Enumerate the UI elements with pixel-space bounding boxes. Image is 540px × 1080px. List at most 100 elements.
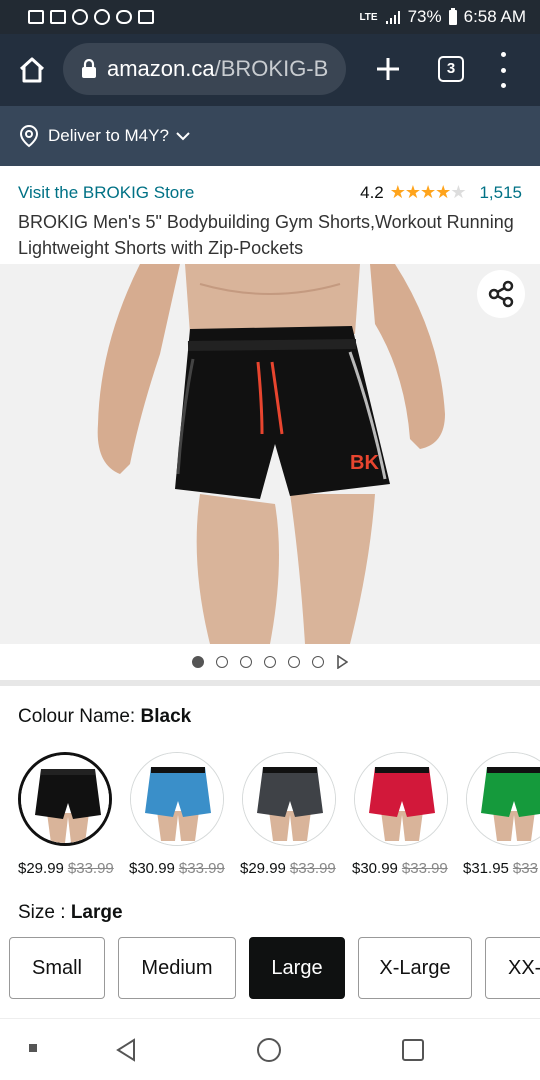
- swatch-price: $30.99 $33.99: [129, 860, 225, 877]
- keyboard-switch-icon[interactable]: [29, 1044, 37, 1052]
- colour-swatch[interactable]: [466, 752, 540, 846]
- size-option-large[interactable]: Large: [249, 937, 345, 999]
- carousel-dot[interactable]: [288, 656, 300, 668]
- system-nav-bar: [0, 1018, 540, 1080]
- tab-switcher-button[interactable]: 3: [438, 56, 464, 82]
- price: $29.99: [18, 860, 64, 877]
- chevron-down-icon: [176, 132, 190, 141]
- share-icon: [488, 280, 514, 308]
- url-path: /BROKIG-B: [214, 56, 329, 81]
- price: $29.99: [240, 860, 286, 877]
- colour-swatches: $29.99 $33.99 $30.99 $33.99 $29.99 $33.99 $…: [0, 752, 540, 884]
- empty-star-icon: ★: [450, 182, 466, 202]
- price: $31.95: [463, 860, 509, 877]
- old-price: $33.99: [67, 860, 114, 877]
- rating-count: 1,515: [479, 182, 522, 202]
- colour-swatch[interactable]: [18, 752, 112, 846]
- do-not-disturb-icon: [94, 9, 110, 25]
- signal-icon: [385, 11, 400, 24]
- size-option-medium[interactable]: Medium: [118, 937, 236, 999]
- carousel-indicators: [0, 644, 540, 680]
- old-price: $33.99: [178, 860, 225, 877]
- notification-icons: [28, 9, 154, 25]
- price: $30.99: [352, 860, 398, 877]
- swatch-image: [131, 753, 223, 845]
- carousel-dot[interactable]: [192, 656, 204, 668]
- share-button[interactable]: [477, 270, 525, 318]
- swatch-waistband: [41, 769, 95, 775]
- colour-swatch[interactable]: [354, 752, 448, 846]
- old-price: $33.99: [401, 860, 448, 877]
- deliver-label: Deliver to M4Y?: [48, 126, 169, 145]
- rating-value: 4.2: [360, 182, 384, 202]
- image-icon: [50, 10, 66, 24]
- price: $30.99: [129, 860, 175, 877]
- mail-icon: [28, 10, 44, 24]
- size-selected: Large: [70, 902, 123, 923]
- video-play-icon[interactable]: [336, 655, 348, 669]
- carousel-dot[interactable]: [264, 656, 276, 668]
- overflow-menu-button[interactable]: [496, 52, 510, 88]
- store-link[interactable]: Visit the BROKIG Store: [18, 183, 194, 203]
- phone-icon: [72, 9, 88, 25]
- colour-swatch[interactable]: [242, 752, 336, 846]
- size-label-text: Size :: [18, 902, 71, 923]
- clock: 6:58 AM: [463, 7, 526, 26]
- swatch-image: [355, 753, 447, 845]
- swatch-shorts: [481, 767, 540, 817]
- size-option-xx-large[interactable]: XX-: [485, 937, 540, 999]
- size-option-x-large[interactable]: X-Large: [358, 937, 472, 999]
- size-options: Small Medium Large X-Large XX-: [0, 937, 540, 999]
- home-button[interactable]: [0, 34, 64, 106]
- battery-icon: [448, 8, 457, 25]
- colour-swatch[interactable]: [130, 752, 224, 846]
- home-circle-icon[interactable]: [256, 1037, 282, 1063]
- url-host: amazon.ca: [107, 56, 215, 81]
- carousel-dot[interactable]: [240, 656, 252, 668]
- old-price: $33: [512, 860, 538, 877]
- swatch-price: $31.95 $33: [463, 860, 538, 877]
- swatch-waistband: [375, 767, 429, 773]
- menu-dot: [500, 67, 506, 73]
- network-type: LTE: [359, 11, 378, 23]
- swatch-price: $29.99 $33.99: [240, 860, 336, 877]
- colour-selected: Black: [140, 706, 192, 727]
- product-image[interactable]: BK: [0, 264, 540, 644]
- carousel-dot[interactable]: [312, 656, 324, 668]
- plus-icon: [377, 58, 399, 80]
- swatch-image: [21, 755, 109, 843]
- swatch-price: $29.99 $33.99: [18, 860, 114, 877]
- svg-text:BK: BK: [350, 452, 379, 474]
- recents-icon[interactable]: [401, 1038, 425, 1062]
- swatch-waistband: [151, 767, 205, 773]
- url-bar[interactable]: amazon.ca/BROKIG-B: [63, 43, 346, 95]
- product-photo: BK: [97, 264, 445, 644]
- size-option-small[interactable]: Small: [9, 937, 105, 999]
- swatch-price: $30.99 $33.99: [352, 860, 448, 877]
- battery-percent: 73%: [407, 7, 442, 26]
- lock-icon: [82, 59, 96, 78]
- calendar-icon: [138, 10, 154, 24]
- rating-summary[interactable]: 4.2 ★★★★★ 1,515: [360, 182, 522, 203]
- section-divider: [0, 680, 540, 686]
- browser-toolbar: amazon.ca/BROKIG-B 3: [0, 34, 540, 106]
- status-bar: LTE 73% 6:58 AM: [0, 0, 540, 34]
- carousel-dot[interactable]: [216, 656, 228, 668]
- product-header: Visit the BROKIG Store 4.2 ★★★★★ 1,515 B…: [0, 166, 540, 264]
- colour-label-text: Colour Name:: [18, 706, 141, 727]
- new-tab-button[interactable]: [370, 51, 406, 87]
- size-label: Size : Large: [18, 902, 123, 924]
- cloud-icon: [116, 10, 132, 24]
- swatch-waistband: [263, 767, 317, 773]
- product-title: BROKIG Men's 5" Bodybuilding Gym Shorts,…: [18, 212, 514, 258]
- swatch-waistband: [487, 767, 540, 773]
- menu-dot: [500, 83, 506, 88]
- location-pin-icon: [19, 124, 39, 148]
- old-price: $33.99: [289, 860, 336, 877]
- back-icon[interactable]: [114, 1037, 138, 1063]
- menu-dot: [500, 52, 506, 57]
- colour-name-label: Colour Name: Black: [18, 706, 191, 728]
- swatch-image: [243, 753, 335, 845]
- deliver-to-bar[interactable]: Deliver to M4Y?: [0, 106, 540, 166]
- rating-stars: ★★★★★: [389, 182, 467, 202]
